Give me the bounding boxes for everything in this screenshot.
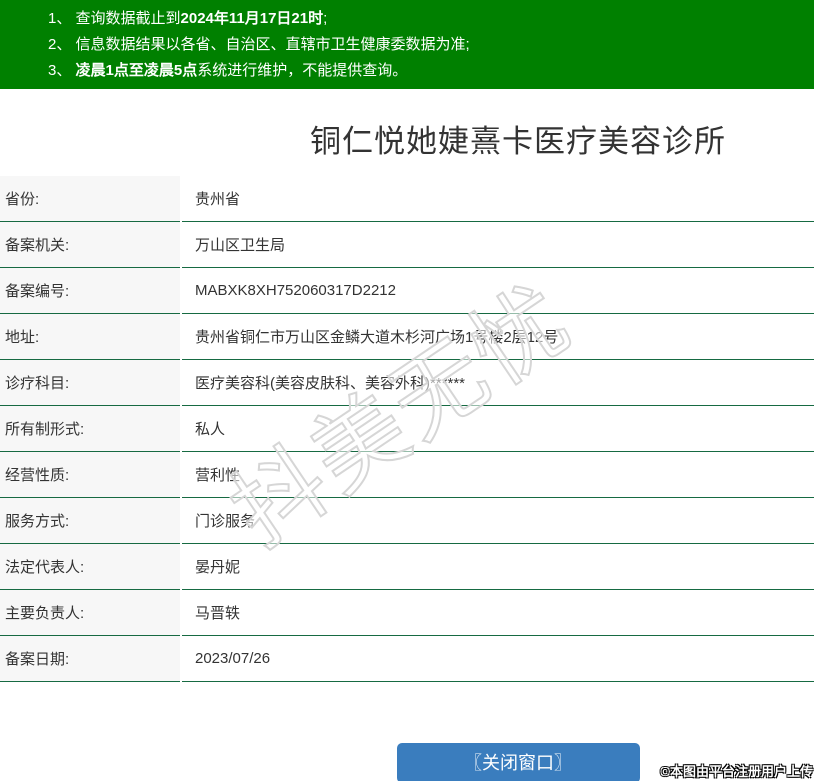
row-value: 门诊服务 xyxy=(182,498,814,544)
row-label: 备案机关: xyxy=(0,222,180,268)
table-row: 所有制形式: 私人 xyxy=(0,406,814,452)
table-row: 法定代表人: 晏丹妮 xyxy=(0,544,814,590)
table-row: 服务方式: 门诊服务 xyxy=(0,498,814,544)
table-row: 省份: 贵州省 xyxy=(0,176,814,222)
row-value: 2023/07/26 xyxy=(182,636,814,682)
row-label: 服务方式: xyxy=(0,498,180,544)
table-row: 主要负责人: 马晋轶 xyxy=(0,590,814,636)
row-value: 私人 xyxy=(182,406,814,452)
close-window-button[interactable]: 〖关闭窗口〗 xyxy=(397,743,640,781)
notice-bar: 1、 查询数据截止到2024年11月17日21时; 2、 信息数据结果以各省、自… xyxy=(0,0,814,89)
table-row: 诊疗科目: 医疗美容科(美容皮肤科、美容外科)****** xyxy=(0,360,814,406)
row-value: 贵州省铜仁市万山区金鳞大道木杉河广场1号楼2层12号 xyxy=(182,314,814,360)
row-value: MABXK8XH752060317D2212 xyxy=(182,268,814,314)
notice-line-2: 2、 信息数据结果以各省、自治区、直辖市卫生健康委数据为准; xyxy=(48,32,814,58)
row-label: 备案编号: xyxy=(0,268,180,314)
row-value: 马晋轶 xyxy=(182,590,814,636)
table-row: 经营性质: 营利性 xyxy=(0,452,814,498)
row-value: 贵州省 xyxy=(182,176,814,222)
table-row: 地址: 贵州省铜仁市万山区金鳞大道木杉河广场1号楼2层12号 xyxy=(0,314,814,360)
row-label: 备案日期: xyxy=(0,636,180,682)
row-label: 主要负责人: xyxy=(0,590,180,636)
row-label: 所有制形式: xyxy=(0,406,180,452)
row-label: 地址: xyxy=(0,314,180,360)
main-content: 铜仁悦她婕熹卡医疗美容诊所 省份: 贵州省 备案机关: 万山区卫生局 备案编号:… xyxy=(0,89,814,781)
row-label: 诊疗科目: xyxy=(0,360,180,406)
row-label: 省份: xyxy=(0,176,180,222)
notice-line-1: 1、 查询数据截止到2024年11月17日21时; xyxy=(48,6,814,32)
row-value: 万山区卫生局 xyxy=(182,222,814,268)
table-row: 备案机关: 万山区卫生局 xyxy=(0,222,814,268)
row-label: 法定代表人: xyxy=(0,544,180,590)
record-table: 省份: 贵州省 备案机关: 万山区卫生局 备案编号: MABXK8XH75206… xyxy=(0,176,814,682)
row-label: 经营性质: xyxy=(0,452,180,498)
notice-line-3: 3、 凌晨1点至凌晨5点系统进行维护，不能提供查询。 xyxy=(48,58,814,84)
row-value: 晏丹妮 xyxy=(182,544,814,590)
table-row: 备案日期: 2023/07/26 xyxy=(0,636,814,682)
copyright-note: ©本图由平台注册用户上传 xyxy=(660,761,813,780)
page-title: 铜仁悦她婕熹卡医疗美容诊所 xyxy=(0,89,814,157)
table-row: 备案编号: MABXK8XH752060317D2212 xyxy=(0,268,814,314)
row-value: 营利性 xyxy=(182,452,814,498)
row-value: 医疗美容科(美容皮肤科、美容外科)****** xyxy=(182,360,814,406)
